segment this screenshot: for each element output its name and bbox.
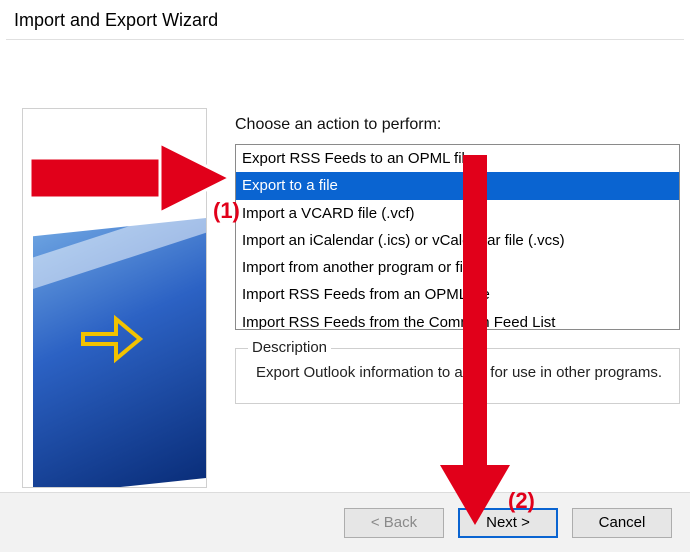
dialog-content: Choose an action to perform: Export RSS … (0, 40, 690, 552)
action-list-item[interactable]: Import a VCARD file (.vcf) (236, 200, 679, 227)
wizard-footer: < Back Next > Cancel (0, 492, 690, 552)
window-title: Import and Export Wizard (0, 0, 690, 39)
action-list-item[interactable]: Import RSS Feeds from the Common Feed Li… (236, 309, 679, 331)
wizard-main-panel: Choose an action to perform: Export RSS … (235, 108, 680, 452)
description-label: Description (248, 339, 331, 356)
next-button[interactable]: Next > (458, 508, 558, 538)
action-list-item[interactable]: Export to a file (236, 172, 679, 199)
decorative-arrow-icon (78, 299, 148, 369)
action-list-item[interactable]: Import from another program or file (236, 254, 679, 281)
back-button: < Back (344, 508, 444, 538)
import-export-wizard-dialog: Import and Export Wizard Choose an actio… (0, 0, 690, 558)
cancel-button[interactable]: Cancel (572, 508, 672, 538)
action-listbox[interactable]: Export RSS Feeds to an OPML fileExport t… (235, 144, 680, 330)
description-group: Description Export Outlook information t… (235, 348, 680, 404)
action-prompt-label: Choose an action to perform: (235, 116, 680, 134)
action-list-item[interactable]: Import an iCalendar (.ics) or vCalendar … (236, 227, 679, 254)
wizard-side-image (22, 108, 207, 488)
action-list-item[interactable]: Export RSS Feeds to an OPML file (236, 145, 679, 172)
action-list-item[interactable]: Import RSS Feeds from an OPML file (236, 281, 679, 308)
description-text: Export Outlook information to a file for… (256, 362, 667, 385)
